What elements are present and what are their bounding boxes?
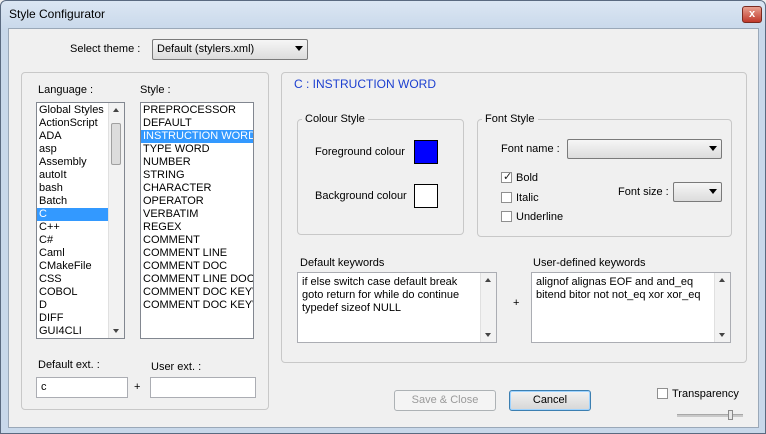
- language-list-scrollbar[interactable]: [108, 103, 124, 338]
- user-keywords-label: User-defined keywords: [533, 257, 646, 269]
- style-list-item[interactable]: COMMENT DOC: [141, 260, 253, 273]
- language-list-item[interactable]: asp: [37, 143, 109, 156]
- user-ext-field[interactable]: [150, 377, 256, 398]
- style-list-item[interactable]: NUMBER: [141, 156, 253, 169]
- bold-checkbox[interactable]: ✓: [501, 171, 513, 183]
- font-name-label: Font name :: [501, 143, 560, 155]
- theme-select-value: Default (stylers.xml): [157, 43, 255, 55]
- colour-style-group: [297, 119, 464, 235]
- cancel-button[interactable]: Cancel: [509, 390, 591, 411]
- style-configurator-window: Style Configurator x Select theme : Defa…: [0, 0, 766, 434]
- language-label: Language :: [38, 84, 94, 96]
- font-style-label: Font Style: [482, 113, 538, 125]
- default-keywords-box[interactable]: if else switch case default break goto r…: [297, 272, 497, 343]
- transparency-slider-track[interactable]: [677, 414, 743, 417]
- style-list-item[interactable]: REGEX: [141, 221, 253, 234]
- ext-plus-sign: +: [134, 381, 141, 393]
- font-size-label: Font size :: [618, 186, 669, 198]
- language-list-item[interactable]: C++: [37, 221, 109, 234]
- style-list-item[interactable]: CHARACTER: [141, 182, 253, 195]
- style-label: Style :: [140, 84, 171, 96]
- style-heading: C : INSTRUCTION WORD: [294, 77, 436, 91]
- chevron-down-icon: [709, 189, 717, 194]
- check-icon: ✓: [503, 171, 513, 183]
- title-bar[interactable]: Style Configurator x: [1, 1, 765, 27]
- scroll-down-icon[interactable]: [485, 333, 491, 337]
- style-list-item[interactable]: VERBATIM: [141, 208, 253, 221]
- default-ext-label: Default ext. :: [38, 359, 100, 371]
- language-list-item[interactable]: Batch: [37, 195, 109, 208]
- transparency-checkbox[interactable]: [657, 388, 668, 399]
- background-colour-label: Background colour: [315, 190, 407, 202]
- foreground-colour-label: Foreground colour: [315, 146, 405, 158]
- bold-label: Bold: [516, 172, 539, 184]
- style-list-item[interactable]: COMMENT: [141, 234, 253, 247]
- style-list-item[interactable]: TYPE WORD: [141, 143, 253, 156]
- default-ext-field[interactable]: c: [36, 377, 128, 398]
- language-list-item[interactable]: Assembly: [37, 156, 109, 169]
- default-keywords-scrollbar[interactable]: [480, 273, 496, 342]
- save-close-button[interactable]: Save & Close: [394, 390, 496, 411]
- language-list-item[interactable]: ADA: [37, 130, 109, 143]
- language-list-item[interactable]: CSS: [37, 273, 109, 286]
- transparency-slider-thumb[interactable]: [727, 410, 733, 420]
- language-list-item[interactable]: ActionScript: [37, 117, 109, 130]
- font-size-select[interactable]: [673, 182, 722, 202]
- transparency-label: Transparency: [672, 388, 739, 400]
- language-list-item[interactable]: Caml: [37, 247, 109, 260]
- scroll-down-icon[interactable]: [719, 333, 725, 337]
- colour-style-label: Colour Style: [302, 113, 368, 125]
- language-list-item[interactable]: autoIt: [37, 169, 109, 182]
- default-keywords-label: Default keywords: [300, 257, 385, 269]
- style-list-item[interactable]: DEFAULT: [141, 117, 253, 130]
- keywords-plus-sign: +: [513, 297, 520, 309]
- style-list-item[interactable]: OPERATOR: [141, 195, 253, 208]
- chevron-down-icon: [709, 146, 717, 151]
- language-list[interactable]: Global Styles ActionScript ADA asp Assembly a…: [36, 102, 125, 339]
- style-list-item[interactable]: COMMENT LINE: [141, 247, 253, 260]
- language-list-item[interactable]: C: [37, 208, 109, 221]
- chevron-down-icon: [295, 46, 303, 51]
- language-list-item[interactable]: CMakeFile: [37, 260, 109, 273]
- italic-checkbox[interactable]: [501, 192, 512, 203]
- language-list-item[interactable]: C#: [37, 234, 109, 247]
- scroll-up-icon[interactable]: [719, 278, 725, 282]
- style-list-item[interactable]: COMMENT LINE DOC: [141, 273, 253, 286]
- scroll-down-icon[interactable]: [113, 329, 119, 333]
- language-list-item[interactable]: GUI4CLI: [37, 325, 109, 338]
- font-name-select[interactable]: [567, 139, 722, 159]
- background-colour-picker[interactable]: [414, 184, 438, 208]
- style-list-item[interactable]: COMMENT DOC KEYWORD ERROR: [141, 299, 253, 312]
- style-list-item[interactable]: INSTRUCTION WORD: [141, 130, 253, 143]
- scroll-thumb[interactable]: [111, 123, 121, 165]
- window-title: Style Configurator: [9, 7, 106, 21]
- dialog-client-area: Select theme : Default (stylers.xml) Lan…: [8, 28, 759, 428]
- language-list-item[interactable]: bash: [37, 182, 109, 195]
- scroll-up-icon[interactable]: [485, 278, 491, 282]
- close-button[interactable]: x: [742, 6, 762, 23]
- select-theme-label: Select theme :: [70, 43, 141, 55]
- default-keywords-text: if else switch case default break goto r…: [302, 276, 460, 314]
- foreground-colour-picker[interactable]: [414, 140, 438, 164]
- user-keywords-box[interactable]: alignof alignas EOF and and_eq bitend bi…: [531, 272, 731, 343]
- user-keywords-scrollbar[interactable]: [714, 273, 730, 342]
- underline-label: Underline: [516, 211, 564, 223]
- language-list-item[interactable]: D: [37, 299, 109, 312]
- style-list-item[interactable]: STRING: [141, 169, 253, 182]
- style-list-item[interactable]: PREPROCESSOR: [141, 104, 253, 117]
- italic-label: Italic: [516, 192, 539, 204]
- style-list[interactable]: PREPROCESSOR DEFAULT INSTRUCTION WORD TYPE …: [140, 102, 254, 339]
- language-list-item[interactable]: COBOL: [37, 286, 109, 299]
- user-ext-label: User ext. :: [151, 361, 202, 373]
- language-list-item[interactable]: Global Styles: [37, 104, 109, 117]
- underline-checkbox[interactable]: [501, 211, 512, 222]
- language-list-item[interactable]: DIFF: [37, 312, 109, 325]
- user-keywords-text: alignof alignas EOF and and_eq bitend bi…: [536, 276, 701, 301]
- scroll-up-icon[interactable]: [113, 108, 119, 112]
- style-list-item[interactable]: COMMENT DOC KEYWORD: [141, 286, 253, 299]
- theme-select[interactable]: Default (stylers.xml): [152, 39, 308, 60]
